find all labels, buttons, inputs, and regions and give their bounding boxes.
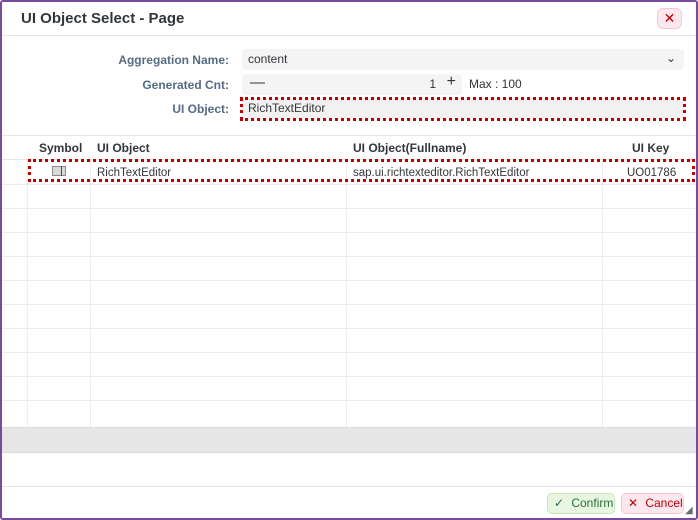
- cancel-button[interactable]: ✕ Cancel: [621, 493, 684, 514]
- column-ui-object-fullname[interactable]: UI Object(Fullname): [353, 141, 466, 155]
- ui-object-label: UI Object:: [172, 102, 229, 116]
- ui-object-field[interactable]: RichTextEditor: [242, 98, 684, 119]
- check-icon: ✓: [554, 496, 565, 510]
- max-label: Max : 100: [469, 77, 522, 91]
- generated-cnt-stepper[interactable]: — 1 +: [242, 73, 462, 95]
- plus-icon[interactable]: +: [447, 73, 456, 91]
- dialog-header: UI Object Select - Page ✕: [2, 2, 696, 36]
- column-symbol[interactable]: Symbol: [39, 141, 82, 155]
- richtext-symbol-icon: [52, 166, 66, 176]
- close-button[interactable]: ✕: [657, 8, 682, 29]
- dialog-title: UI Object Select - Page: [21, 10, 185, 27]
- aggregation-name-select[interactable]: content ⌄: [242, 49, 684, 70]
- confirm-label: Confirm: [571, 496, 614, 510]
- minus-icon[interactable]: —: [250, 74, 265, 91]
- ui-object-value: RichTextEditor: [248, 101, 326, 115]
- close-icon: ✕: [663, 10, 676, 26]
- dialog: UI Object Select - Page ✕ Aggregation Na…: [0, 0, 698, 520]
- generated-cnt-label: Generated Cnt:: [142, 78, 229, 92]
- confirm-button[interactable]: ✓ Confirm: [547, 493, 615, 514]
- aggregation-name-label: Aggregation Name:: [118, 53, 229, 67]
- row-fullname: sap.ui.richtexteditor.RichTextEditor: [353, 167, 530, 179]
- column-ui-key[interactable]: UI Key: [632, 141, 669, 155]
- column-ui-object[interactable]: UI Object: [97, 141, 150, 155]
- table-header: Symbol UI Object UI Object(Fullname) UI …: [2, 135, 696, 160]
- cancel-label: Cancel: [645, 496, 683, 510]
- table-footer-band: [2, 427, 696, 453]
- aggregation-name-value: content: [248, 52, 288, 66]
- cancel-icon: ✕: [628, 496, 639, 510]
- chevron-down-icon: ⌄: [665, 51, 676, 65]
- ui-object-table: Symbol UI Object UI Object(Fullname) UI …: [2, 135, 696, 453]
- dialog-footer: ✓ Confirm ✕ Cancel: [2, 486, 696, 518]
- row-ui-object: RichTextEditor: [97, 167, 172, 179]
- row-ui-key: UO01786: [627, 167, 677, 179]
- generated-cnt-value: 1: [429, 77, 436, 91]
- resize-handle-icon[interactable]: ◢: [685, 505, 693, 516]
